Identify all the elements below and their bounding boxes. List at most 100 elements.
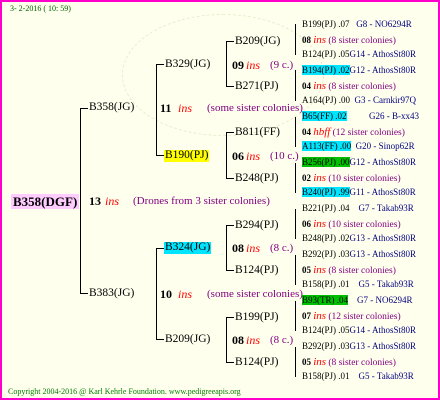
g3-detail: 04 hbff (12 sister colonies) [302,127,405,139]
leaf-row[interactable]: B248(PJ) .02G13 - AthosSt80R [302,234,416,243]
g3-node[interactable]: B294(PJ) [234,219,279,232]
tree-line [80,108,81,294]
copyright-line[interactable]: Copyright 2004-2016 @ Karl Kehrle Founda… [8,388,241,396]
tree-line [80,293,88,294]
leaf-row[interactable]: B158(PJ) .01 G5 - Takab93R [302,372,414,381]
g3-note: (12 sister colonies) [328,312,401,322]
leaf-label: B240(PJ) .99 [302,187,350,197]
g2-node[interactable]: B190(PJ) [164,149,210,162]
leaf-code: G14 - AthosSt80R [349,325,417,335]
g3-detail: 05 ins (8 sister colonies) [302,265,396,277]
g2-gen: 06 [232,149,244,163]
leaf-label: B194(PJ) .02 [302,65,350,75]
g3-ins: ins [313,356,327,368]
g3-gen: 05 [302,357,311,367]
g2-ins: ins [246,333,261,347]
tree-line [295,117,296,147]
leaf-row[interactable]: B65(FF) .02 G26 - B-xx43 [302,111,419,121]
leaf-row[interactable]: B221(PJ) .04 G7 - Takab93R [302,204,414,213]
g3-gen: 05 [302,265,311,275]
tree-line [226,41,227,87]
g3-ins: ins [313,264,327,276]
root-note: (Drones from 3 sister colonies) [133,195,270,207]
tree-line [295,24,296,55]
leaf-label: B221(PJ) .04 [302,203,350,213]
dam-gen: 10 [160,287,172,301]
tree-line [156,64,164,65]
tree-line [295,209,296,239]
leaf-label: B158(PJ) .01 [302,371,350,381]
leaf-label: B248(PJ) .02 [302,233,350,243]
root-node[interactable]: B358(DGF) [11,194,80,209]
tree-line [226,317,234,318]
g3-node[interactable]: B199(PJ) [234,311,279,324]
leaf-row[interactable]: B292(PJ) .03G13 - AthosSt80R [302,342,416,351]
leaf-row[interactable]: B124(PJ) .05G14 - AthosSt80R [302,326,416,335]
dam-ins: ins [178,287,193,301]
g3-note: (12 sister colonies) [332,128,405,138]
leaf-code: G7 - Takab93R [358,203,414,213]
dam-note: (some sister colonies) [207,288,303,300]
g3-node[interactable]: B811(FF) [234,126,281,139]
g2-gen: 08 [232,333,244,347]
leaf-row[interactable]: B124(PJ) .05G14 - AthosSt80R [302,50,416,59]
leaf-label: B199(PJ) .07 [302,19,350,29]
dam-node[interactable]: B383(JG) [88,287,135,300]
tree-line [80,108,88,109]
leaf-code: G8 - NO6294R [356,19,412,29]
sire-node[interactable]: B358(JG) [88,101,135,114]
g3-ins: ins [313,310,327,322]
g3-note: (10 sister colonies) [328,174,401,184]
leaf-row[interactable]: A113(FF) .00 G20 - Sinop62R [302,141,415,151]
leaf-row[interactable]: B158(PJ) .01 G5 - Takab93R [302,280,414,289]
leaf-row[interactable]: A164(PJ) .00 G3 - Carnkir97Q [302,96,416,105]
leaf-code: G14 - AthosSt80R [349,49,417,59]
tree-line [226,270,234,271]
g3-node[interactable]: B209(JG) [234,35,281,48]
leaf-label: B292(PJ) .03 [302,249,350,259]
leaf-row[interactable]: B256(PJ) .00G12 - AthosSt80R [302,157,417,167]
leaf-row[interactable]: B292(PJ) .03G13 - AthosSt80R [302,250,416,259]
g3-note: (10 sister colonies) [328,220,401,230]
g3-gen: 04 [302,127,311,137]
g3-node[interactable]: B248(PJ) [234,172,279,185]
g3-node[interactable]: B124(PJ) [234,356,279,369]
leaf-row[interactable]: B194(PJ) .02G12 - AthosSt80R [302,65,416,75]
g3-note: (8 sister colonies) [328,358,396,368]
g3-node[interactable]: B271(PJ) [234,80,279,93]
g3-ins: ins [313,80,327,92]
g3-node[interactable]: B124(PJ) [234,264,279,277]
leaf-label: A164(PJ) .00 [302,95,351,105]
leaf-label: B124(PJ) .05 [302,325,350,335]
tree-line [226,225,234,226]
g3-ins: ins [313,218,327,230]
g3-gen: 04 [302,81,311,91]
watermark [122,14,324,136]
leaf-code: G20 - Sinop62R [355,141,415,151]
g2-note: (9 c.) [270,59,294,71]
g3-detail: 04 ins (8 sister colonies) [302,81,396,93]
g3-detail: 07 ins (12 sister colonies) [302,311,401,323]
leaf-row[interactable]: B93(TR) .04 G7 - NO6294R [302,295,413,305]
sire-gen: 11 [160,101,172,115]
date-line: 3- 2-2016 ( 10: 59) [10,4,71,13]
tree-line [156,248,164,249]
tree-line [156,339,164,340]
g3-note: (8 sister colonies) [328,36,396,46]
tree-line [295,163,296,193]
g3-gen: 06 [302,219,311,229]
g2-ins: ins [246,241,261,255]
leaf-row[interactable]: B199(PJ) .07 G8 - NO6294R [302,20,412,29]
leaf-code: G13 - AthosSt80R [349,341,417,351]
tree-line [295,347,296,377]
tree-line [156,155,164,156]
tree-line [226,178,234,179]
leaf-code: G12 - AthosSt80R [349,157,417,167]
leaf-row[interactable]: B240(PJ) .99G11 - AthosSt80R [302,187,416,197]
leaf-code: G5 - Takab93R [358,279,414,289]
leaf-code: G3 - Carnkir97Q [354,95,417,105]
g2-node[interactable]: B324(JG) [164,241,212,254]
g3-ins: hbff [313,126,331,138]
g2-node[interactable]: B329(JG) [164,58,211,71]
g2-node[interactable]: B209(JG) [164,333,211,346]
